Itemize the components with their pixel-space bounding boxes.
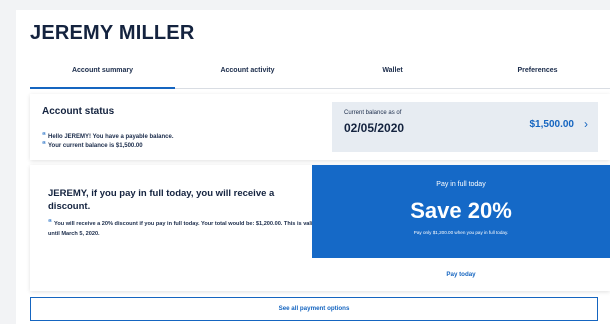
status-line-balance: “Your current balance is $1,500.00 <box>42 140 143 149</box>
tab-wallet[interactable]: Wallet <box>320 62 465 88</box>
balance-amount: $1,500.00 <box>529 119 575 130</box>
discount-title: JEREMY, if you pay in full today, you wi… <box>48 188 275 212</box>
promo-subtext: Pay only $1,200.00 when you pay in full … <box>413 230 509 235</box>
tab-account-summary[interactable]: Account summary <box>30 62 175 89</box>
discount-card: JEREMY, if you pay in full today, you wi… <box>30 165 610 291</box>
quote-icon: “ <box>42 131 46 140</box>
pay-today-link[interactable]: Pay today <box>312 261 610 289</box>
balance-date: 02/05/2020 <box>344 121 405 135</box>
see-all-payment-options-button[interactable]: See all payment options <box>30 297 598 321</box>
discount-text: “You will receive a 20% discount if you … <box>48 218 316 237</box>
tab-preferences[interactable]: Preferences <box>465 62 610 88</box>
quote-icon: “ <box>42 140 46 149</box>
promo-savings: Save 20% <box>410 198 512 223</box>
pay-in-full-promo: Pay in full today Save 20% Pay only $1,2… <box>312 165 610 258</box>
balance-caption: Current balance as of <box>344 110 402 116</box>
account-tabs: Account summary Account activity Wallet … <box>30 62 610 89</box>
promo-heading: Pay in full today <box>436 181 486 188</box>
quote-icon: “ <box>48 218 52 227</box>
account-status-card: Account status “Hello JEREMY! You have a… <box>30 94 610 160</box>
current-balance-panel[interactable]: Current balance as of 02/05/2020 $1,500.… <box>332 102 598 152</box>
account-status-title: Account status <box>42 106 115 117</box>
account-page: JEREMY MILLER Account summary Account ac… <box>16 10 610 324</box>
customer-name: JEREMY MILLER <box>30 22 195 44</box>
tab-account-activity[interactable]: Account activity <box>175 62 320 88</box>
chevron-right-icon: › <box>584 117 588 131</box>
status-line-greeting: “Hello JEREMY! You have a payable balanc… <box>42 131 174 140</box>
